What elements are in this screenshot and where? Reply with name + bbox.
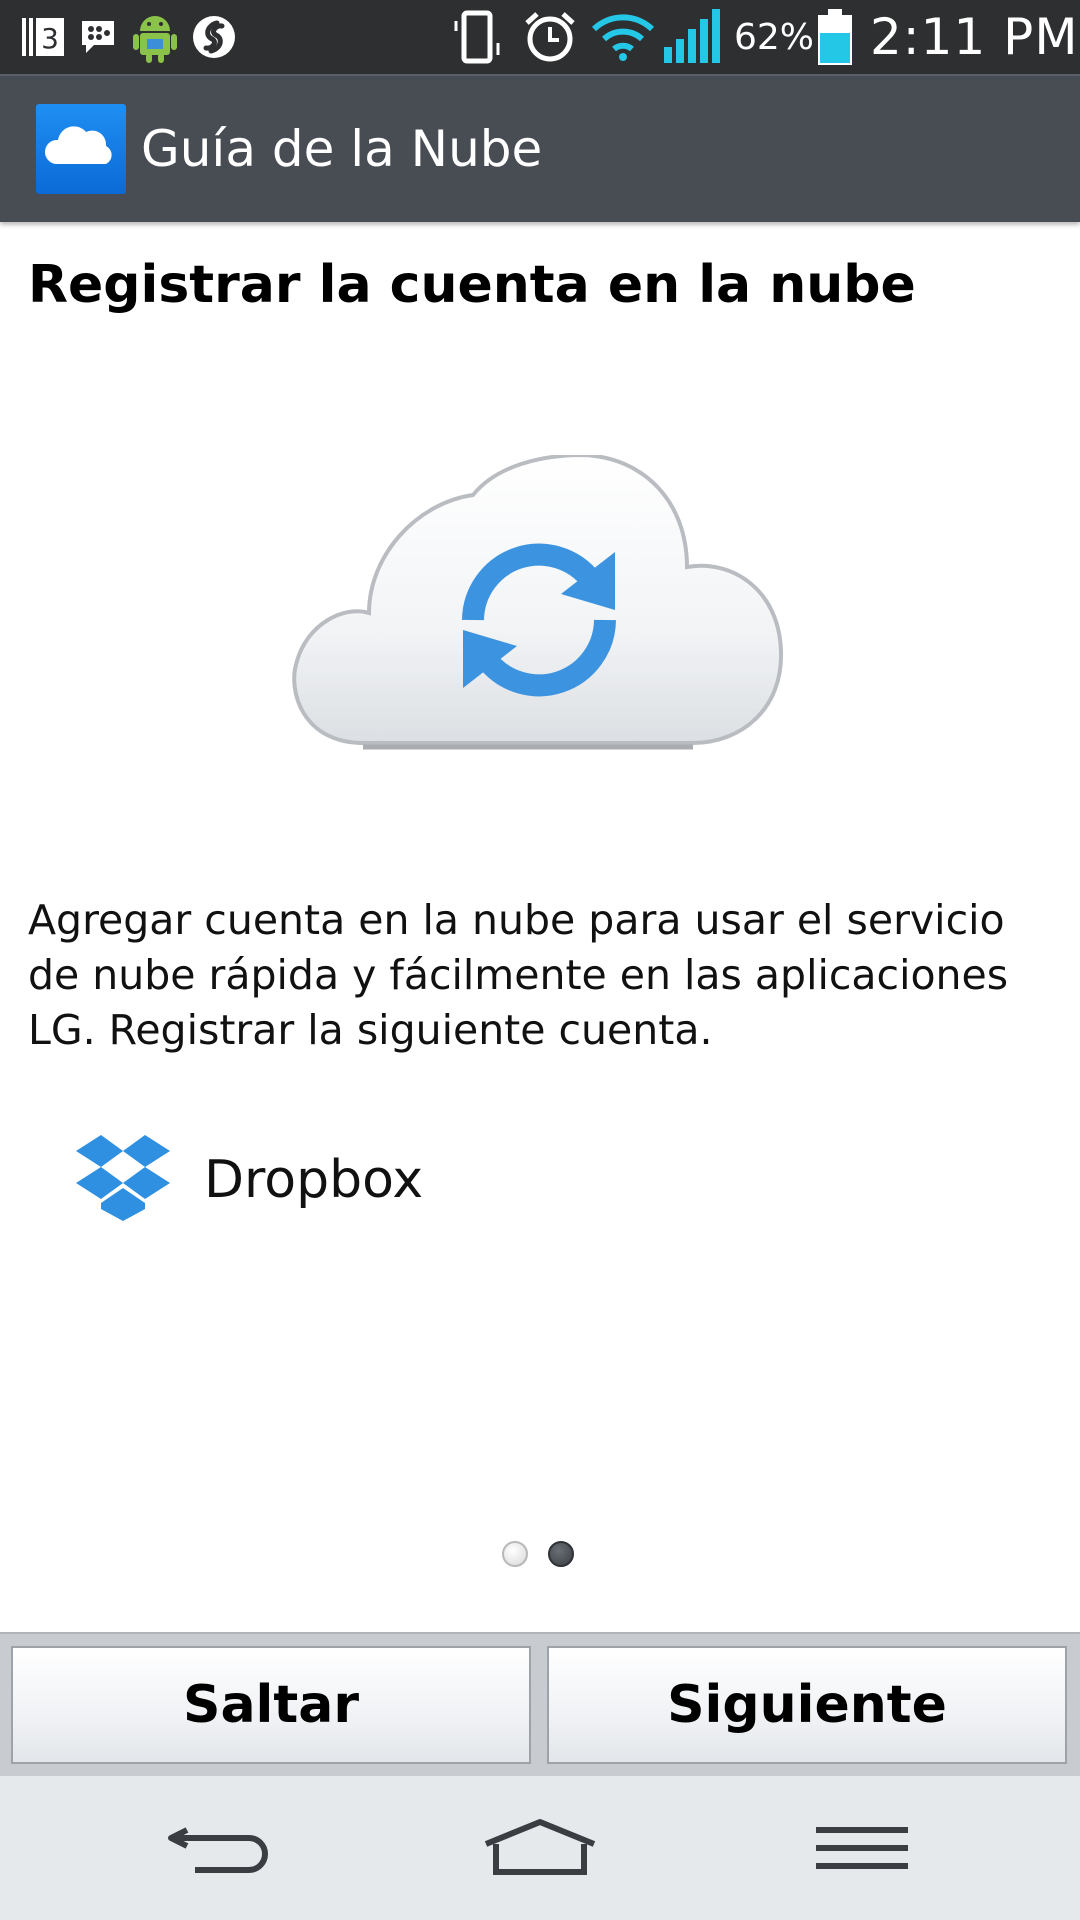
cloud-app-icon [36,104,126,194]
page-dot-2-active [548,1541,574,1567]
android-debug-icon [130,0,180,74]
bbm-icon [78,0,118,74]
cloud-sync-icon [283,452,803,765]
svg-text:3: 3 [41,22,59,55]
account-label: Dropbox [204,1150,424,1210]
description-text: Agregar cuenta en la nube para usar el s… [28,896,1009,1054]
button-bar: Saltar Siguiente [0,1632,1080,1778]
vibrate-icon [448,0,508,74]
battery-icon [815,0,855,74]
wifi-icon [590,0,656,74]
menu-icon[interactable] [762,1776,962,1920]
action-bar: Guía de la Nube [0,74,1080,222]
page-title: Registrar la cuenta en la nube [28,255,916,315]
page-dot-1 [502,1541,528,1567]
signal-icon [662,0,722,74]
back-icon[interactable] [118,1776,318,1920]
battery-percent: 62% [734,16,815,58]
home-icon[interactable] [440,1776,640,1920]
page-indicator [502,1541,574,1569]
account-item-dropbox[interactable]: Dropbox [74,1130,423,1230]
navigation-bar [0,1776,1080,1920]
app-title: Guía de la Nube [141,120,543,178]
next-button[interactable]: Siguiente [547,1646,1067,1764]
alarm-icon [522,0,578,74]
shazam-icon [190,0,238,74]
status-bar: 3 62% 2:11 PM [0,0,1080,74]
skip-button[interactable]: Saltar [11,1646,531,1764]
dropbox-icon [74,1133,172,1227]
clock: 2:11 PM [870,8,1079,66]
notification-count-icon: 3 [18,0,68,74]
